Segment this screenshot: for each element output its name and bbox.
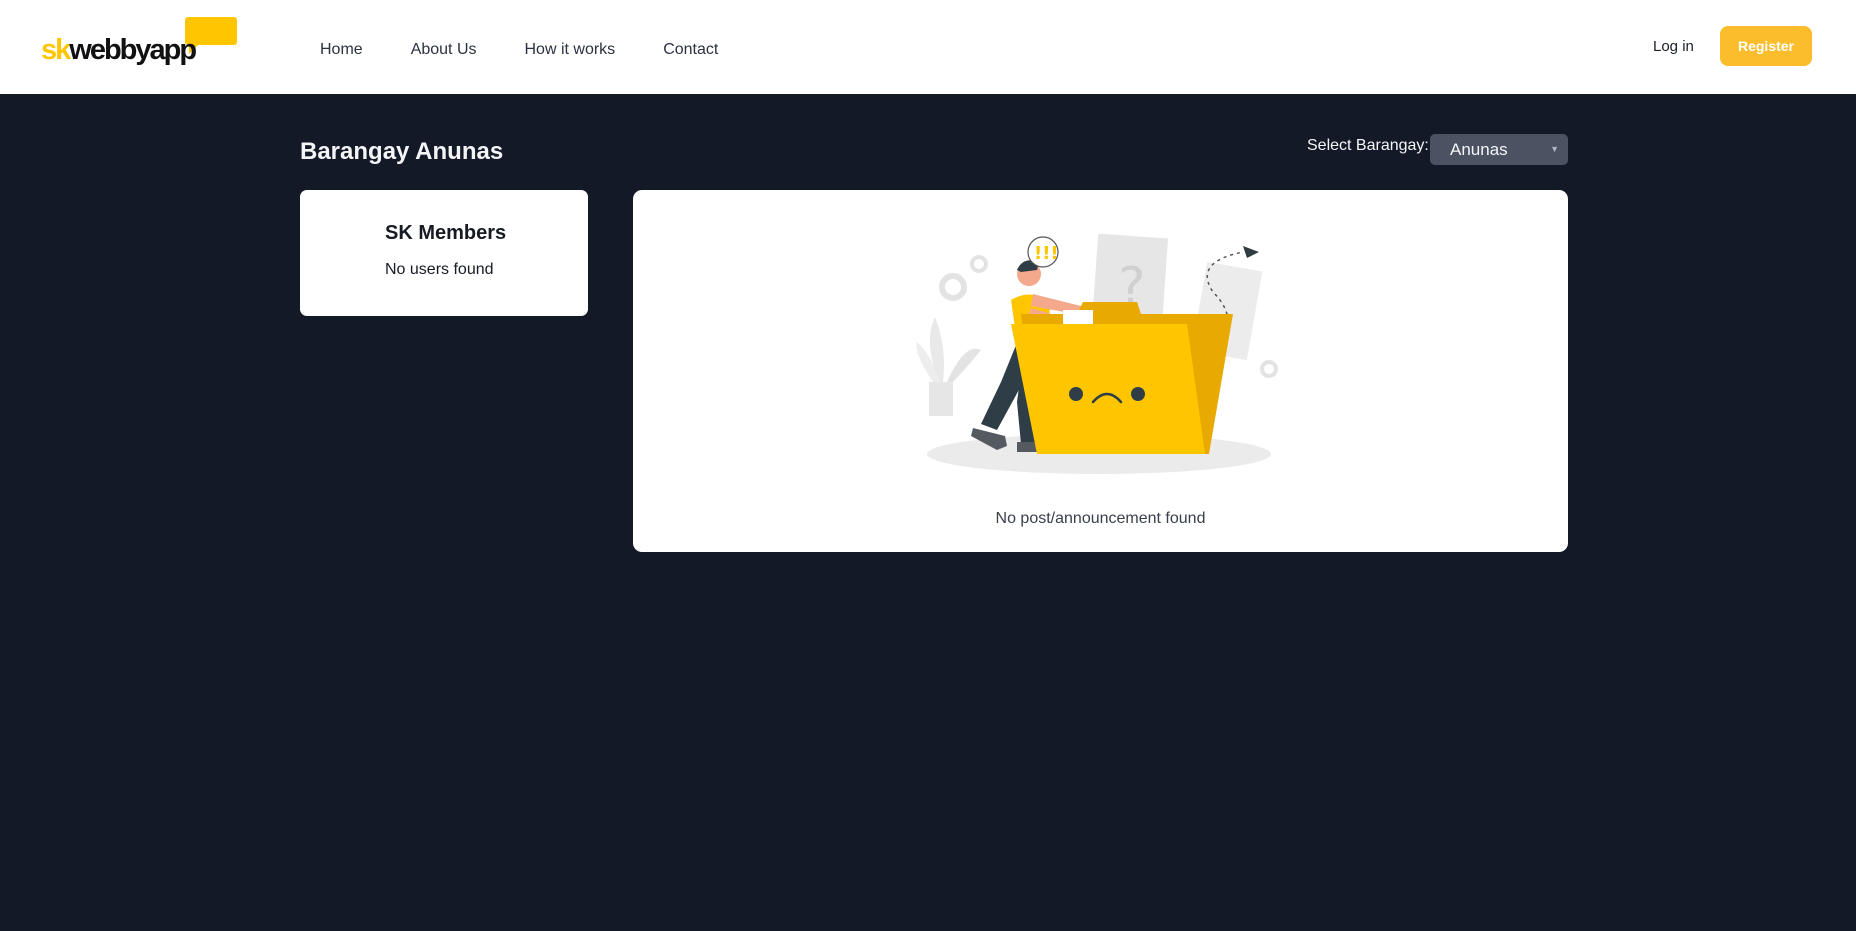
posts-card: ? !!! No post/announcement found — [633, 190, 1568, 552]
nav-about-us[interactable]: About Us — [411, 41, 477, 59]
nav-contact[interactable]: Contact — [663, 41, 718, 59]
page-title: Barangay Anunas — [300, 138, 504, 165]
register-button[interactable]: Register — [1720, 26, 1812, 66]
sk-members-title: SK Members — [385, 222, 507, 244]
posts-empty-text: No post/announcement found — [995, 510, 1206, 527]
empty-folder-illustration-icon: ? !!! — [916, 233, 1278, 474]
main-nav: Home About Us How it works Contact — [320, 0, 766, 100]
login-link[interactable]: Log in — [1653, 38, 1694, 55]
site-logo[interactable]: skwebbyapp — [41, 15, 241, 77]
barangay-select-value: Anunas — [1450, 139, 1508, 159]
nav-how-it-works[interactable]: How it works — [525, 41, 616, 59]
chevron-down-icon: ▼ — [1550, 144, 1559, 154]
select-barangay-label: Select Barangay: — [1307, 137, 1429, 154]
logo-text: skwebbyapp — [41, 34, 197, 66]
top-header: skwebbyapp Home About Us How it works Co… — [0, 0, 1856, 94]
sk-members-card: SK Members No users found — [300, 190, 588, 316]
barangay-select[interactable]: Anunas ▼ — [1430, 134, 1568, 165]
svg-text:!!!: !!! — [1034, 243, 1059, 264]
nav-home[interactable]: Home — [320, 41, 363, 59]
sk-members-empty-text: No users found — [385, 261, 494, 278]
